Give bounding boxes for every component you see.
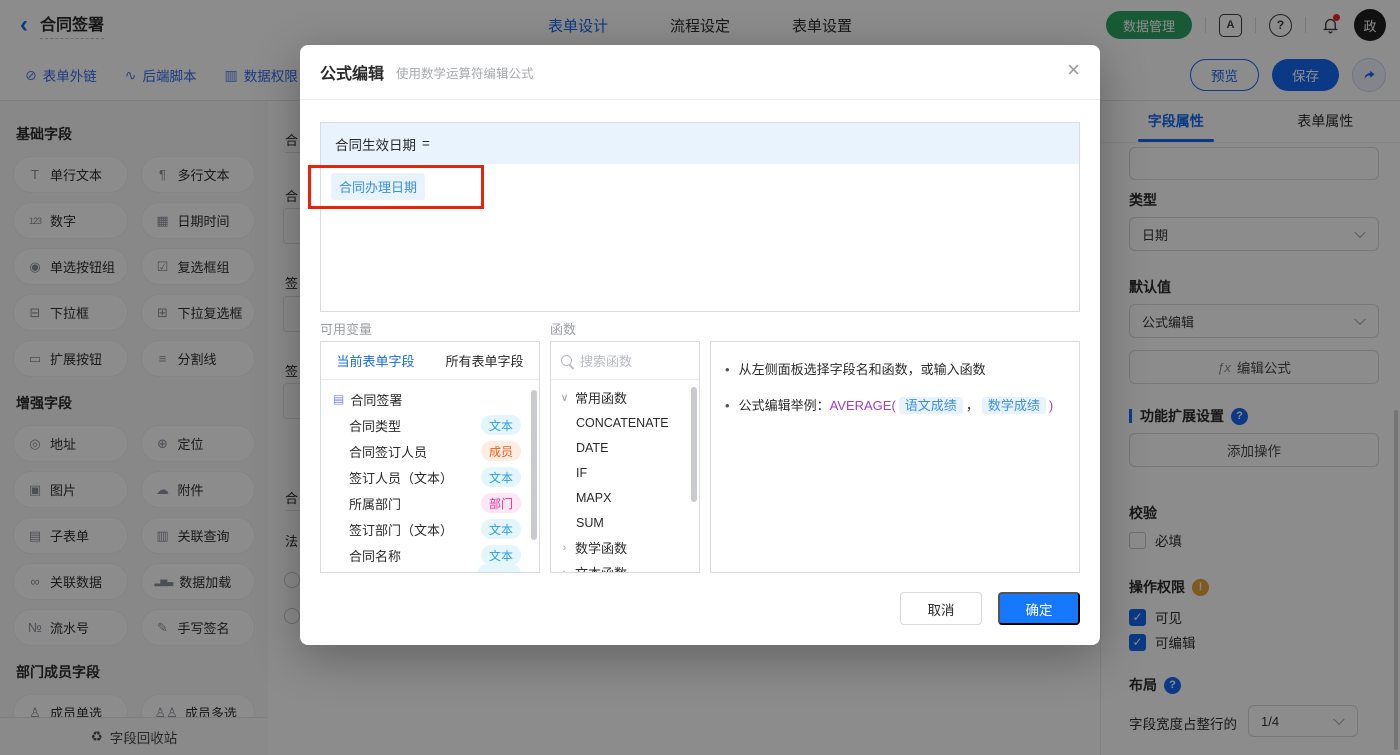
dialog-header: 公式编辑 使用数学运算符编辑公式 × (300, 45, 1100, 100)
function-item[interactable]: IF (551, 460, 699, 485)
variable-row[interactable]: 签订部门（文本） 文本 (321, 516, 539, 542)
formula-edit-dialog: 公式编辑 使用数学运算符编辑公式 × 合同生效日期 = 合同办理日期 可用变量 … (300, 45, 1100, 645)
equals-sign: = (422, 136, 430, 151)
form-node[interactable]: ▤ 合同签署 (321, 386, 539, 412)
dialog-subtitle: 使用数学运算符编辑公式 (396, 66, 534, 81)
function-item[interactable]: CONCATENATE (551, 410, 699, 435)
tab-current-form-fields[interactable]: 当前表单字段 (321, 342, 430, 379)
functions-panel: 搜索函数 ∨ 常用函数 CONCATENATE DATE IF MAPX SUM › 数学函数 ›… (550, 341, 700, 573)
scrollbar[interactable] (531, 390, 537, 540)
field-type-badge: 文本 (480, 545, 521, 565)
chevron-right-icon: › (562, 541, 567, 554)
tab-all-form-fields[interactable]: 所有表单字段 (430, 342, 539, 379)
search-icon (561, 355, 572, 366)
cancel-button[interactable]: 取消 (900, 592, 982, 625)
variable-rows: 合同类型 文本 合同签订人员 成员 签订人员（文本） 文本 所属部门 部门 签订… (321, 412, 539, 568)
variable-row[interactable]: 合同签订人员 成员 (321, 438, 539, 464)
chevron-down-icon: ∨ (560, 392, 569, 404)
variables-tabs: 当前表单字段 所有表单字段 (321, 342, 539, 380)
dialog-title: 公式编辑 (320, 66, 385, 83)
field-type-badge: 文本 (480, 415, 521, 435)
formula-field-tag[interactable]: 合同办理日期 (331, 173, 426, 200)
field-type-badge: 成员 (480, 441, 521, 461)
variables-label: 可用变量 (320, 322, 373, 337)
example-field-tag: 数学成绩 (981, 396, 1046, 414)
example-field-tag: 语文成绩 (898, 396, 963, 414)
partially-visible-badge (477, 564, 521, 572)
function-group[interactable]: ∨ 常用函数 (551, 385, 699, 410)
function-search[interactable]: 搜索函数 (551, 342, 699, 380)
functions-list: ∨常用函数CONCATENATEDATEIFMAPXSUM›数学函数›文本函数 (551, 380, 699, 573)
variables-panel: 当前表单字段 所有表单字段 ▤ 合同签署 合同类型 文本 合同签订人员 成员 签… (320, 341, 540, 573)
scrollbar[interactable] (691, 387, 697, 502)
search-placeholder: 搜索函数 (580, 354, 633, 369)
chevron-right-icon: › (562, 566, 567, 573)
variables-list: ▤ 合同签署 合同类型 文本 合同签订人员 成员 签订人员（文本） 文本 所属部… (321, 380, 539, 568)
confirm-button[interactable]: 确定 (998, 592, 1080, 625)
formula-target-bar: 合同生效日期 = (321, 123, 1079, 164)
example-function: AVERAGE( (829, 397, 896, 413)
tip-example-line: • 公式编辑举例：AVERAGE(语文成绩，数学成绩) (725, 396, 1054, 414)
formula-editor[interactable]: 合同生效日期 = 合同办理日期 (320, 122, 1080, 312)
function-item[interactable]: DATE (551, 435, 699, 460)
functions-label: 函数 (550, 322, 577, 337)
function-item[interactable]: SUM (551, 510, 699, 535)
function-group[interactable]: ›文本函数 (551, 560, 699, 573)
tips-panel: • 从左侧面板选择字段名和函数，或输入函数 • 公式编辑举例：AVERAGE(语… (710, 341, 1080, 573)
field-type-badge: 文本 (480, 519, 521, 539)
variable-row[interactable]: 所属部门 部门 (321, 490, 539, 516)
field-type-badge: 文本 (480, 467, 521, 487)
formula-target: 合同生效日期 (335, 137, 416, 153)
tip-line: • 从左侧面板选择字段名和函数，或输入函数 (725, 362, 986, 377)
field-type-badge: 部门 (480, 493, 521, 513)
form-doc-icon: ▤ (333, 392, 345, 406)
variable-row[interactable]: 合同类型 文本 (321, 412, 539, 438)
variable-row[interactable]: 签订人员（文本） 文本 (321, 464, 539, 490)
function-item[interactable]: MAPX (551, 485, 699, 510)
close-icon[interactable]: × (1067, 59, 1080, 81)
function-group[interactable]: › 数学函数 (551, 535, 699, 560)
